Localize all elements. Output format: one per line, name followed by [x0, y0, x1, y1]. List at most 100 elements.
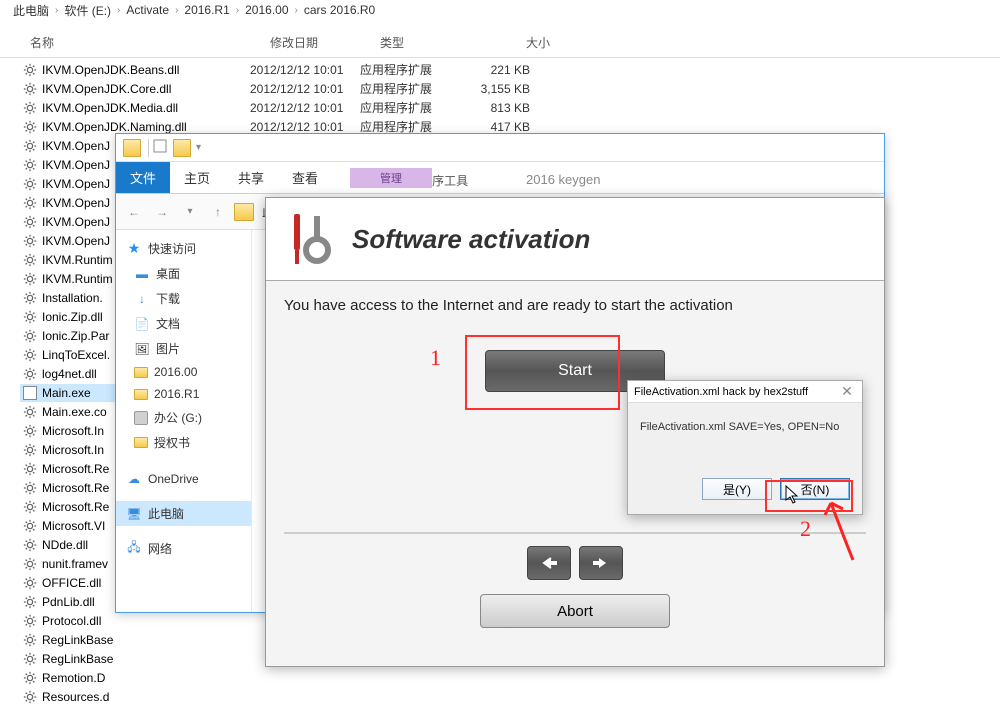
file-size: 221 KB — [470, 63, 530, 77]
sidebar-downloads[interactable]: ↓下载 — [116, 286, 251, 311]
modal-title: FileActivation.xml hack by hex2stuff — [634, 386, 808, 398]
folder-icon — [134, 367, 148, 378]
gear-icon — [22, 195, 38, 211]
file-row[interactable]: IKVM.OpenJDK.Core.dll2012/12/12 10:01应用程… — [0, 79, 1000, 98]
file-date: 2012/12/12 10:01 — [250, 120, 360, 134]
file-name: LinqToExcel. — [42, 348, 110, 362]
ribbon-manage-label: 管理 — [350, 168, 432, 188]
file-name: OFFICE.dll — [42, 576, 101, 590]
ribbon-contextual-group: 管理 — [336, 162, 446, 194]
file-name: IKVM.OpenJDK.Core.dll — [42, 82, 171, 96]
yes-button[interactable]: 是(Y) — [702, 478, 772, 500]
up-button[interactable]: ↑ — [206, 200, 230, 224]
next-button[interactable] — [579, 546, 623, 580]
gear-icon — [22, 575, 38, 591]
app-icon — [22, 385, 38, 401]
gear-icon — [22, 119, 38, 135]
file-type: 应用程序扩展 — [360, 80, 470, 97]
sidebar-network[interactable]: 🖧网络 — [116, 536, 251, 561]
file-row[interactable]: IKVM.OpenJDK.Beans.dll2012/12/12 10:01应用… — [0, 60, 1000, 79]
sidebar-desktop[interactable]: ▬桌面 — [116, 261, 251, 286]
file-name: Microsoft.In — [42, 424, 104, 438]
sidebar-folder-auth[interactable]: 授权书 — [116, 430, 251, 455]
gear-icon — [22, 309, 38, 325]
sidebar-folder-201600[interactable]: 2016.00 — [116, 361, 251, 383]
dialog-message: You have access to the Internet and are … — [284, 297, 866, 314]
breadcrumb-segment[interactable]: 此电脑 — [13, 2, 49, 19]
prev-button[interactable] — [527, 546, 571, 580]
file-name: PdnLib.dll — [42, 595, 95, 609]
gear-icon — [22, 404, 38, 420]
modal-message: FileActivation.xml SAVE=Yes, OPEN=No — [628, 403, 862, 451]
gear-icon — [22, 499, 38, 515]
gear-icon — [22, 100, 38, 116]
sidebar-pictures[interactable]: 🖼图片 — [116, 336, 251, 361]
file-name: Installation. — [42, 291, 103, 305]
gear-icon — [22, 689, 38, 705]
dialog-header: Software activation — [266, 198, 884, 281]
sidebar-folder-2016r1[interactable]: 2016.R1 — [116, 383, 251, 405]
annotation-label-1: 1 — [430, 345, 441, 371]
ribbon: 文件 主页 共享 查看 管理 应用程序工具 2016 keygen — [116, 162, 884, 194]
sidebar-quick-access[interactable]: ★快速访问 — [116, 236, 251, 261]
dropdown-icon[interactable]: ▾ — [196, 142, 201, 153]
gear-icon — [22, 157, 38, 173]
ribbon-tab-view[interactable]: 查看 — [278, 162, 332, 193]
pc-icon: 🖥 — [126, 506, 142, 522]
file-name: nunit.framev — [42, 557, 108, 571]
close-button[interactable]: ✕ — [838, 383, 856, 401]
ribbon-tab-share[interactable]: 共享 — [224, 162, 278, 193]
breadcrumb-segment[interactable]: cars 2016.R0 — [304, 3, 375, 17]
sidebar-this-pc[interactable]: 🖥此电脑 — [116, 501, 251, 526]
file-name: Remotion.D — [42, 671, 105, 685]
breadcrumb-segment[interactable]: 2016.00 — [245, 3, 288, 17]
sidebar-onedrive[interactable]: ☁OneDrive — [116, 467, 251, 491]
ribbon-tab-file[interactable]: 文件 — [116, 162, 170, 193]
gear-icon — [22, 442, 38, 458]
document-icon: 📄 — [134, 316, 150, 332]
file-name: IKVM.Runtim — [42, 272, 113, 286]
cloud-icon: ☁ — [126, 471, 142, 487]
file-row[interactable]: IKVM.OpenJDK.Media.dll2012/12/12 10:01应用… — [0, 98, 1000, 117]
col-name[interactable]: 名称 — [30, 34, 270, 51]
gear-icon — [22, 632, 38, 648]
breadcrumb-segment[interactable]: Activate — [126, 3, 169, 17]
gear-icon — [22, 138, 38, 154]
file-row[interactable]: Remotion.D — [0, 668, 1000, 687]
file-name: log4net.dll — [42, 367, 97, 381]
forward-button[interactable]: → — [150, 200, 174, 224]
sidebar-documents[interactable]: 📄文档 — [116, 311, 251, 336]
dialog-title: Software activation — [352, 224, 590, 255]
abort-button[interactable]: Abort — [480, 594, 670, 628]
window-title: 2016 keygen — [526, 172, 600, 187]
chevron-right-icon: › — [55, 5, 58, 16]
gear-icon — [22, 594, 38, 610]
tools-icon — [284, 210, 334, 268]
file-name: RegLinkBase — [42, 652, 113, 666]
file-name: Microsoft.In — [42, 443, 104, 457]
breadcrumb-segment[interactable]: 软件 (E:) — [64, 2, 111, 19]
recent-dropdown[interactable]: ▾ — [178, 200, 202, 224]
gear-icon — [22, 556, 38, 572]
checkbox-icon[interactable] — [153, 139, 167, 156]
file-name: IKVM.Runtim — [42, 253, 113, 267]
gear-icon — [22, 214, 38, 230]
file-name: NDde.dll — [42, 538, 88, 552]
breadcrumb-segment[interactable]: 2016.R1 — [184, 3, 229, 17]
gear-icon — [22, 613, 38, 629]
breadcrumb[interactable]: 此电脑›软件 (E:)›Activate›2016.R1›2016.00›car… — [0, 0, 1000, 20]
sidebar-office-drive[interactable]: 办公 (G:) — [116, 405, 251, 430]
gear-icon — [22, 290, 38, 306]
chevron-right-icon: › — [295, 5, 298, 16]
file-row[interactable]: Resources.d — [0, 687, 1000, 706]
file-size: 3,155 KB — [470, 82, 530, 96]
chevron-right-icon: › — [175, 5, 178, 16]
col-size[interactable]: 大小 — [490, 34, 550, 51]
col-type[interactable]: 类型 — [380, 34, 490, 51]
back-button[interactable]: ← — [122, 200, 146, 224]
gear-icon — [22, 461, 38, 477]
col-date[interactable]: 修改日期 — [270, 34, 380, 51]
folder-icon — [123, 139, 141, 157]
annotation-box-1 — [465, 335, 620, 410]
ribbon-tab-home[interactable]: 主页 — [170, 162, 224, 193]
